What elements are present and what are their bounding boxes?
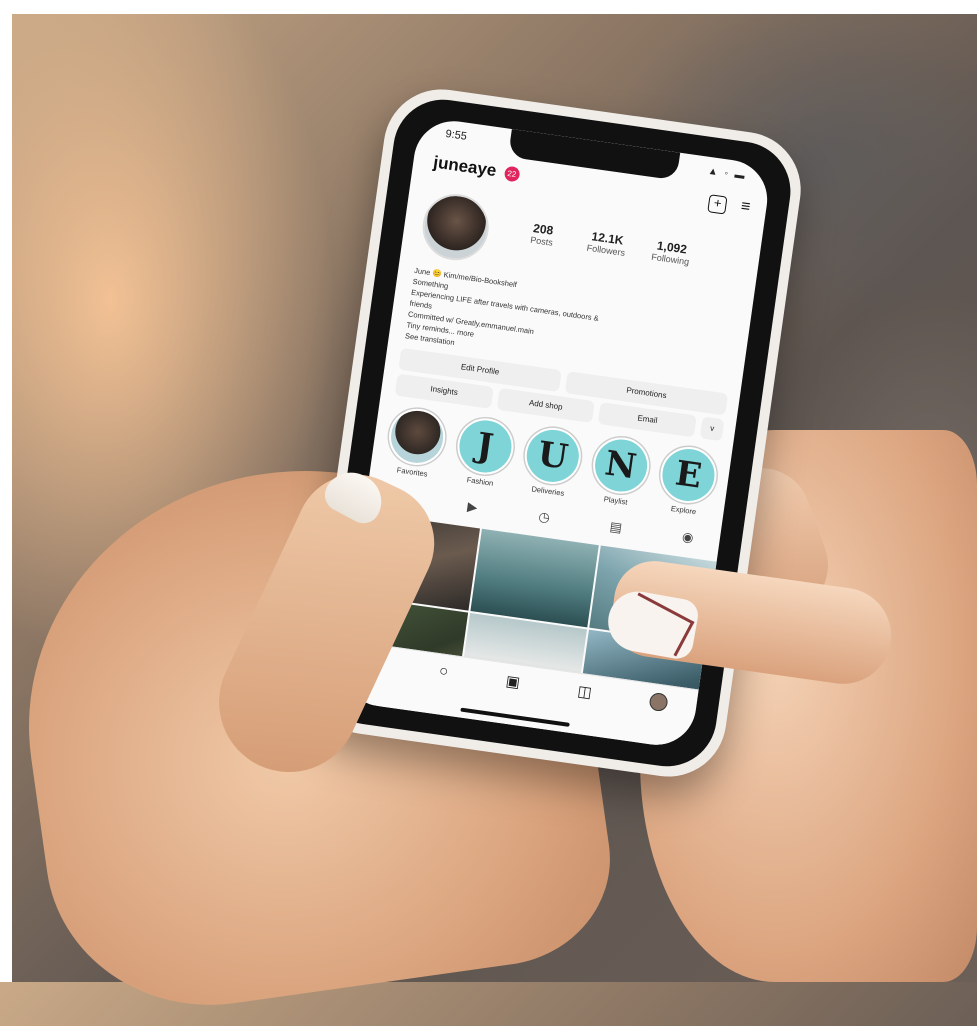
expand-button[interactable]: v [699,416,725,442]
home-indicator [460,707,570,727]
highlight-label: Favorites [396,465,429,479]
left-border [0,0,12,982]
header-icons: + ≡ [698,192,752,218]
search-icon[interactable]: ○ [438,662,449,680]
add-post-icon[interactable]: + [707,194,728,215]
tagged-icon[interactable]: ◉ [666,527,709,556]
highlight-item[interactable]: E Explore [652,443,722,527]
stat-followers[interactable]: 12.1K Followers [576,227,639,259]
highlight-circle: E [656,443,721,507]
highlight-item[interactable]: U Deliveries [516,424,586,508]
top-border [0,0,977,14]
profile-avatar-icon[interactable] [648,691,669,713]
video-icon[interactable]: ◷ [522,507,565,536]
post-thumbnail[interactable] [470,528,599,628]
highlight-label: Deliveries [530,484,565,498]
stat-following[interactable]: 1,092 Following [640,236,703,268]
highlight-item[interactable]: N Playlist [584,433,654,518]
username[interactable]: juneaye [432,153,497,181]
guides-icon[interactable]: ▤ [594,517,637,546]
menu-icon[interactable]: ≡ [740,198,752,216]
highlight-label: Fashion [466,475,494,488]
shop-icon[interactable]: ◫ [576,682,593,702]
highlight-circle: U [521,424,585,488]
highlight-circle: N [588,433,653,498]
highlight-label: Explore [670,503,697,517]
highlight-label: Playlist [603,494,629,507]
stat-posts[interactable]: 208 Posts [511,218,574,250]
highlight-item[interactable]: J Fashion [449,414,519,498]
highlight-circle [385,405,449,469]
phone-bezel: 9:55 ▲ ◦ ▬ juneaye 22 + ≡ 208 Posts 12.1… [313,93,797,773]
status-time: 9:55 [444,127,468,143]
smartphone: 9:55 ▲ ◦ ▬ juneaye 22 + ≡ 208 Posts 12.1… [301,81,809,785]
notification-badge[interactable]: 22 [503,165,521,183]
reels-icon[interactable]: ▣ [505,672,522,692]
reels-tab-icon[interactable]: ▶ [450,497,493,526]
highlight-item[interactable]: Favorites [381,405,451,489]
status-icons: ▲ ◦ ▬ [707,165,748,183]
highlight-circle: J [453,414,517,479]
avatar[interactable] [418,189,493,265]
